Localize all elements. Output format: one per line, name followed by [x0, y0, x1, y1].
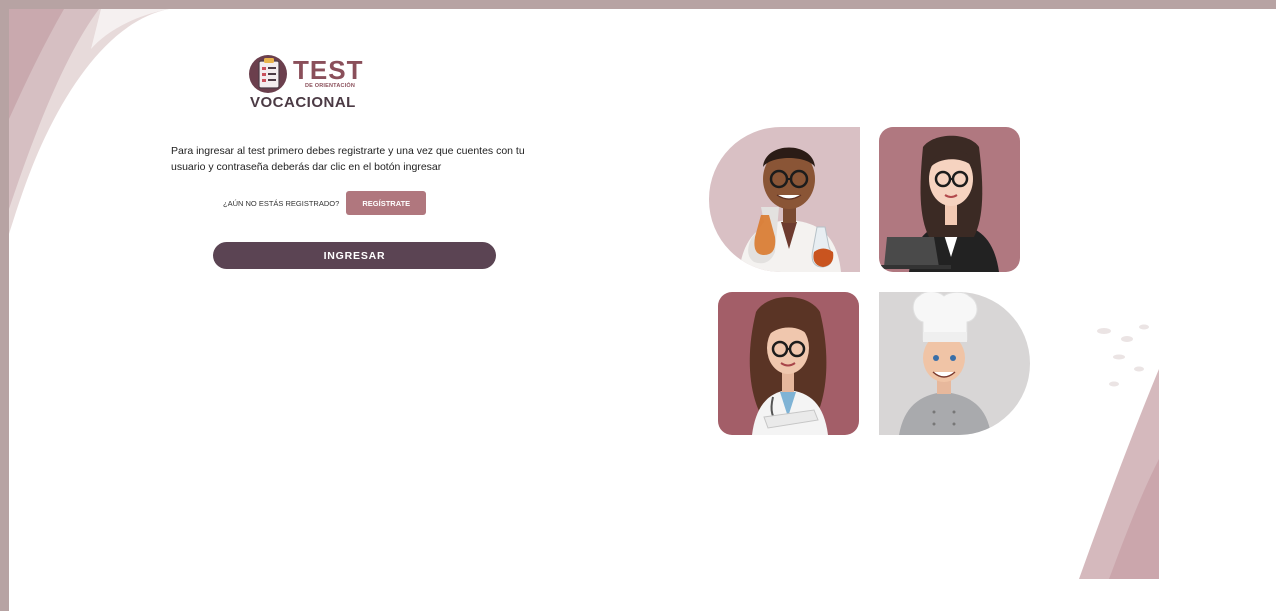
register-question: ¿AÚN NO ESTÁS REGISTRADO?: [223, 198, 340, 208]
register-row: ¿AÚN NO ESTÁS REGISTRADO? REGÍSTRATE: [223, 191, 427, 215]
scientist-illustration: [709, 127, 860, 272]
logo-word: VOCACIONAL: [250, 94, 356, 111]
chef-illustration: [879, 292, 1030, 435]
login-page: TEST DE ORIENTACIÓN VOCACIONAL Para ingr…: [9, 9, 1276, 611]
intro-text: Para ingresar al test primero debes regi…: [171, 145, 525, 173]
corner-decoration: [9, 9, 169, 234]
chef-character-icon: [899, 292, 991, 435]
clipboard-icon: [249, 55, 287, 93]
doctor-illustration: [718, 292, 859, 435]
register-button[interactable]: REGÍSTRATE: [346, 191, 427, 215]
businesswoman-character-icon: [881, 135, 999, 272]
businesswoman-illustration: [879, 127, 1020, 272]
logo-subtitle: DE ORIENTACIÓN: [305, 83, 356, 89]
scientist-character-icon: [739, 147, 841, 272]
logo-title: TEST: [293, 55, 364, 85]
doctor-character-icon: [749, 297, 828, 435]
login-button[interactable]: INGRESAR: [213, 242, 496, 269]
app-logo: TEST DE ORIENTACIÓN VOCACIONAL: [247, 53, 362, 113]
right-decoration: [1079, 324, 1159, 579]
